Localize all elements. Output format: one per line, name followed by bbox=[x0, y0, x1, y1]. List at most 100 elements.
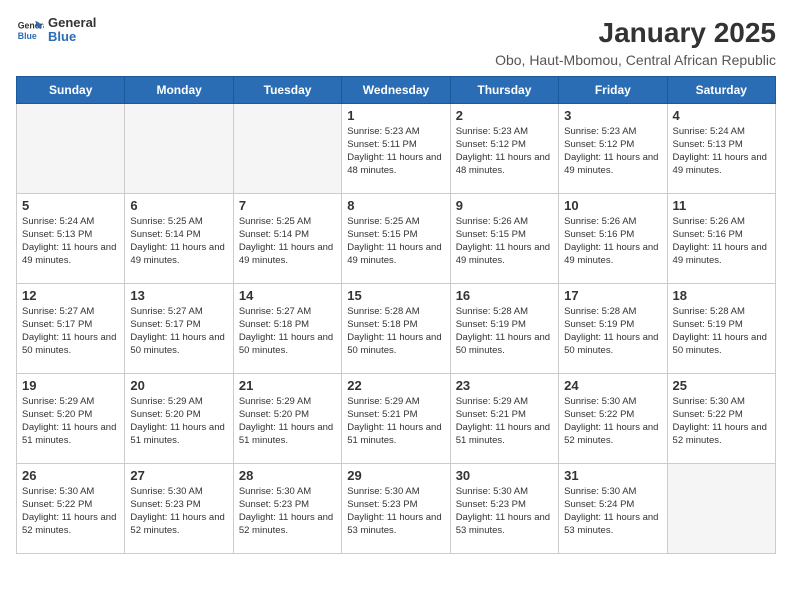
col-header-sunday: Sunday bbox=[17, 76, 125, 103]
day-info: Sunrise: 5:29 AM Sunset: 5:21 PM Dayligh… bbox=[347, 395, 444, 448]
day-number: 21 bbox=[239, 378, 336, 393]
day-number: 23 bbox=[456, 378, 553, 393]
day-number: 11 bbox=[673, 198, 770, 213]
calendar-cell: 15 Sunrise: 5:28 AM Sunset: 5:18 PM Dayli… bbox=[342, 283, 450, 373]
day-number: 25 bbox=[673, 378, 770, 393]
calendar-cell: 27 Sunrise: 5:30 AM Sunset: 5:23 PM Dayli… bbox=[125, 463, 233, 553]
day-info: Sunrise: 5:29 AM Sunset: 5:20 PM Dayligh… bbox=[239, 395, 336, 448]
day-info: Sunrise: 5:26 AM Sunset: 5:16 PM Dayligh… bbox=[564, 215, 661, 268]
day-info: Sunrise: 5:30 AM Sunset: 5:23 PM Dayligh… bbox=[130, 485, 227, 538]
day-number: 29 bbox=[347, 468, 444, 483]
day-number: 10 bbox=[564, 198, 661, 213]
header-row: SundayMondayTuesdayWednesdayThursdayFrid… bbox=[17, 76, 776, 103]
day-number: 6 bbox=[130, 198, 227, 213]
day-number: 17 bbox=[564, 288, 661, 303]
calendar-cell: 8 Sunrise: 5:25 AM Sunset: 5:15 PM Daylig… bbox=[342, 193, 450, 283]
day-info: Sunrise: 5:29 AM Sunset: 5:20 PM Dayligh… bbox=[130, 395, 227, 448]
day-number: 15 bbox=[347, 288, 444, 303]
day-number: 1 bbox=[347, 108, 444, 123]
calendar-cell: 9Sunrise: 5:26 AM Sunset: 5:15 PM Daylig… bbox=[450, 193, 558, 283]
calendar-cell: 31 Sunrise: 5:30 AM Sunset: 5:24 PM Dayli… bbox=[559, 463, 667, 553]
day-info: Sunrise: 5:27 AM Sunset: 5:17 PM Dayligh… bbox=[22, 305, 119, 358]
calendar-cell: 28Sunrise: 5:30 AM Sunset: 5:23 PM Dayli… bbox=[233, 463, 341, 553]
day-info: Sunrise: 5:25 AM Sunset: 5:14 PM Dayligh… bbox=[130, 215, 227, 268]
day-info: Sunrise: 5:26 AM Sunset: 5:16 PM Dayligh… bbox=[673, 215, 770, 268]
week-row-5: 26Sunrise: 5:30 AM Sunset: 5:22 PM Dayli… bbox=[17, 463, 776, 553]
day-number: 13 bbox=[130, 288, 227, 303]
calendar-table: SundayMondayTuesdayWednesdayThursdayFrid… bbox=[16, 76, 776, 554]
day-info: Sunrise: 5:24 AM Sunset: 5:13 PM Dayligh… bbox=[22, 215, 119, 268]
col-header-wednesday: Wednesday bbox=[342, 76, 450, 103]
calendar-cell: 18 Sunrise: 5:28 AM Sunset: 5:19 PM Dayli… bbox=[667, 283, 775, 373]
calendar-cell: 21 Sunrise: 5:29 AM Sunset: 5:20 PM Dayli… bbox=[233, 373, 341, 463]
day-info: Sunrise: 5:30 AM Sunset: 5:24 PM Dayligh… bbox=[564, 485, 661, 538]
day-info: Sunrise: 5:30 AM Sunset: 5:22 PM Dayligh… bbox=[22, 485, 119, 538]
day-number: 16 bbox=[456, 288, 553, 303]
col-header-monday: Monday bbox=[125, 76, 233, 103]
day-number: 3 bbox=[564, 108, 661, 123]
title-area: January 2025 Obo, Haut-Mbomou, Central A… bbox=[96, 16, 776, 68]
calendar-cell: 6 Sunrise: 5:25 AM Sunset: 5:14 PM Daylig… bbox=[125, 193, 233, 283]
calendar-cell: 4 Sunrise: 5:24 AM Sunset: 5:13 PM Daylig… bbox=[667, 103, 775, 193]
day-info: Sunrise: 5:30 AM Sunset: 5:23 PM Dayligh… bbox=[347, 485, 444, 538]
calendar-cell bbox=[233, 103, 341, 193]
day-number: 30 bbox=[456, 468, 553, 483]
day-number: 27 bbox=[130, 468, 227, 483]
calendar-cell: 19Sunrise: 5:29 AM Sunset: 5:20 PM Dayli… bbox=[17, 373, 125, 463]
week-row-1: 1 Sunrise: 5:23 AM Sunset: 5:11 PM Daylig… bbox=[17, 103, 776, 193]
calendar-cell: 17 Sunrise: 5:28 AM Sunset: 5:19 PM Dayli… bbox=[559, 283, 667, 373]
day-number: 2 bbox=[456, 108, 553, 123]
day-info: Sunrise: 5:30 AM Sunset: 5:23 PM Dayligh… bbox=[239, 485, 336, 538]
day-info: Sunrise: 5:28 AM Sunset: 5:19 PM Dayligh… bbox=[456, 305, 553, 358]
day-info: Sunrise: 5:23 AM Sunset: 5:11 PM Dayligh… bbox=[347, 125, 444, 178]
day-info: Sunrise: 5:30 AM Sunset: 5:22 PM Dayligh… bbox=[564, 395, 661, 448]
logo: General Blue General Blue bbox=[16, 16, 96, 45]
day-number: 7 bbox=[239, 198, 336, 213]
day-info: Sunrise: 5:23 AM Sunset: 5:12 PM Dayligh… bbox=[564, 125, 661, 178]
calendar-cell: 13 Sunrise: 5:27 AM Sunset: 5:17 PM Dayli… bbox=[125, 283, 233, 373]
day-info: Sunrise: 5:24 AM Sunset: 5:13 PM Dayligh… bbox=[673, 125, 770, 178]
calendar-cell: 14 Sunrise: 5:27 AM Sunset: 5:18 PM Dayli… bbox=[233, 283, 341, 373]
calendar-cell: 10 Sunrise: 5:26 AM Sunset: 5:16 PM Dayli… bbox=[559, 193, 667, 283]
week-row-3: 12 Sunrise: 5:27 AM Sunset: 5:17 PM Dayli… bbox=[17, 283, 776, 373]
calendar-cell: 1 Sunrise: 5:23 AM Sunset: 5:11 PM Daylig… bbox=[342, 103, 450, 193]
page-header: General Blue General Blue January 2025 O… bbox=[16, 16, 776, 68]
day-info: Sunrise: 5:25 AM Sunset: 5:15 PM Dayligh… bbox=[347, 215, 444, 268]
day-info: Sunrise: 5:29 AM Sunset: 5:20 PM Dayligh… bbox=[22, 395, 119, 448]
day-info: Sunrise: 5:27 AM Sunset: 5:17 PM Dayligh… bbox=[130, 305, 227, 358]
day-number: 14 bbox=[239, 288, 336, 303]
day-number: 24 bbox=[564, 378, 661, 393]
day-info: Sunrise: 5:27 AM Sunset: 5:18 PM Dayligh… bbox=[239, 305, 336, 358]
calendar-cell: 26Sunrise: 5:30 AM Sunset: 5:22 PM Dayli… bbox=[17, 463, 125, 553]
day-info: Sunrise: 5:28 AM Sunset: 5:19 PM Dayligh… bbox=[564, 305, 661, 358]
day-number: 5 bbox=[22, 198, 119, 213]
calendar-cell bbox=[667, 463, 775, 553]
day-number: 8 bbox=[347, 198, 444, 213]
week-row-4: 19Sunrise: 5:29 AM Sunset: 5:20 PM Dayli… bbox=[17, 373, 776, 463]
col-header-saturday: Saturday bbox=[667, 76, 775, 103]
logo-icon: General Blue bbox=[16, 16, 44, 44]
day-number: 22 bbox=[347, 378, 444, 393]
calendar-subtitle: Obo, Haut-Mbomou, Central African Republ… bbox=[116, 52, 776, 68]
col-header-thursday: Thursday bbox=[450, 76, 558, 103]
day-info: Sunrise: 5:30 AM Sunset: 5:22 PM Dayligh… bbox=[673, 395, 770, 448]
day-number: 31 bbox=[564, 468, 661, 483]
day-info: Sunrise: 5:25 AM Sunset: 5:14 PM Dayligh… bbox=[239, 215, 336, 268]
calendar-cell: 11 Sunrise: 5:26 AM Sunset: 5:16 PM Dayli… bbox=[667, 193, 775, 283]
col-header-tuesday: Tuesday bbox=[233, 76, 341, 103]
calendar-cell bbox=[125, 103, 233, 193]
calendar-cell: 2Sunrise: 5:23 AM Sunset: 5:12 PM Daylig… bbox=[450, 103, 558, 193]
day-number: 12 bbox=[22, 288, 119, 303]
calendar-cell: 7 Sunrise: 5:25 AM Sunset: 5:14 PM Daylig… bbox=[233, 193, 341, 283]
calendar-cell: 22 Sunrise: 5:29 AM Sunset: 5:21 PM Dayli… bbox=[342, 373, 450, 463]
day-info: Sunrise: 5:28 AM Sunset: 5:19 PM Dayligh… bbox=[673, 305, 770, 358]
calendar-cell: 12 Sunrise: 5:27 AM Sunset: 5:17 PM Dayli… bbox=[17, 283, 125, 373]
calendar-cell: 5 Sunrise: 5:24 AM Sunset: 5:13 PM Daylig… bbox=[17, 193, 125, 283]
day-number: 20 bbox=[130, 378, 227, 393]
calendar-cell: 20 Sunrise: 5:29 AM Sunset: 5:20 PM Dayli… bbox=[125, 373, 233, 463]
calendar-cell: 29 Sunrise: 5:30 AM Sunset: 5:23 PM Dayli… bbox=[342, 463, 450, 553]
day-info: Sunrise: 5:28 AM Sunset: 5:18 PM Dayligh… bbox=[347, 305, 444, 358]
day-number: 18 bbox=[673, 288, 770, 303]
day-info: Sunrise: 5:26 AM Sunset: 5:15 PM Dayligh… bbox=[456, 215, 553, 268]
day-number: 4 bbox=[673, 108, 770, 123]
